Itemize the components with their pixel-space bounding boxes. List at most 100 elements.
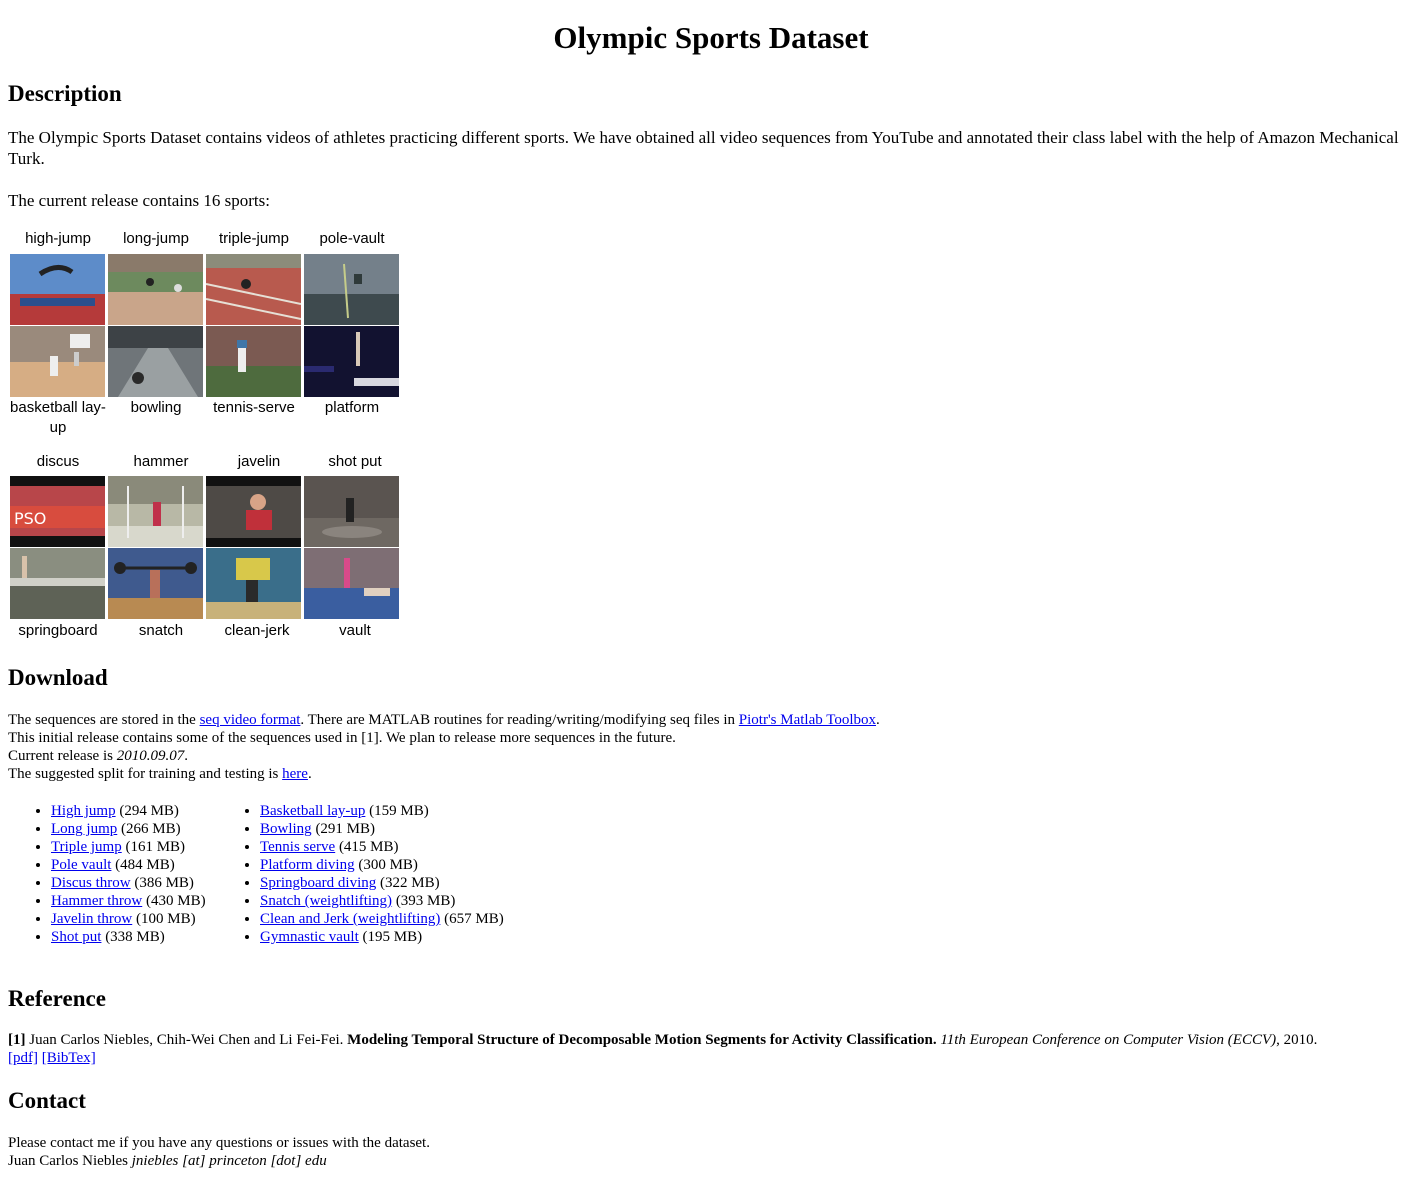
description-intro: The Olympic Sports Dataset contains vide… [8,128,1399,168]
split-text: The suggested split for training and tes… [8,766,283,782]
download-link[interactable]: Long jump [51,821,117,837]
download-link[interactable]: Pole vault [51,857,111,873]
file-size: (161 MB) [125,839,186,855]
reference-title: Modeling Temporal Structure of Decomposa… [347,1032,937,1048]
file-size: (195 MB) [362,929,423,945]
download-link[interactable]: Springboard diving [260,875,376,891]
download-list-item: Gymnastic vault (195 MB) [260,928,504,946]
grid-label-long-jump: long-jump [123,230,189,247]
download-list-item: Basketball lay-up (159 MB) [260,802,504,820]
hammer-thumbnail [108,476,203,547]
seq-video-format-link[interactable]: seq video format [200,712,301,728]
file-size: (386 MB) [134,875,194,891]
file-size: (338 MB) [105,929,165,945]
download-list-left: High jump (294 MB)Long jump (266 MB)Trip… [8,802,206,946]
file-size: (484 MB) [115,857,175,873]
grid-label-tennis-serve: tennis-serve [213,399,295,416]
download-link[interactable]: High jump [51,803,116,819]
contact-name: Juan Carlos Niebles [8,1153,128,1169]
triple-jump-thumbnail [206,254,301,325]
sports-count-text: The current release contains 16 sports: [8,191,270,210]
download-list-item: Long jump (266 MB) [51,820,206,838]
contact-person: Juan Carlos Niebles jniebles [at] prince… [8,1152,1414,1170]
file-size: (291 MB) [315,821,376,837]
download-link[interactable]: Snatch (weightlifting) [260,893,392,909]
reference-year: , 2010. [1276,1032,1318,1048]
file-size: (100 MB) [135,911,196,927]
download-link[interactable]: Platform diving [260,857,355,873]
tennis-serve-thumbnail [206,326,301,397]
grid-label-clean-jerk: clean-jerk [224,622,290,639]
download-format-period: . [876,712,880,728]
file-size: (415 MB) [338,839,399,855]
long-jump-thumbnail [108,254,203,325]
download-list-item: Javelin throw (100 MB) [51,910,206,928]
download-link[interactable]: Hammer throw [51,893,142,909]
grid-label-snatch: snatch [138,622,184,639]
shot-put-thumbnail [304,476,399,547]
high-jump-thumbnail [10,254,105,325]
download-list-item: Shot put (338 MB) [51,928,206,946]
springboard-thumbnail [10,548,105,619]
grid-label-hammer: hammer [133,453,189,470]
download-version-line: Current release is 2010.09.07. [8,747,1414,765]
reference-venue: 11th European Conference on Computer Vis… [940,1032,1277,1048]
download-link[interactable]: Javelin throw [51,911,132,927]
reference-bibtex-link[interactable]: [BibTex] [42,1050,96,1066]
download-list-item: Springboard diving (322 MB) [260,874,504,892]
sports-grid-group-1: high-jump long-jump triple-jump pole-vau… [10,228,402,440]
download-link[interactable]: Clean and Jerk (weightlifting) [260,911,440,927]
download-link[interactable]: Basketball lay-up [260,803,365,819]
download-format-text: The sequences are stored in the [8,712,200,728]
download-link[interactable]: Triple jump [51,839,122,855]
discus-thumbnail: PSO [10,476,105,547]
file-size: (294 MB) [119,803,179,819]
reference-authors: Juan Carlos Niebles, Chih-Wei Chen and L… [25,1032,348,1048]
grid-label-triple-jump: triple-jump [218,230,290,247]
grid-label-pole-vault: pole-vault [319,230,385,247]
download-list-item: Discus throw (386 MB) [51,874,206,892]
svg-text:PSO: PSO [14,509,46,528]
split-period: . [307,766,312,782]
reference-heading: Reference [8,986,106,1011]
download-split-line: The suggested split for training and tes… [8,765,1414,783]
download-list-item: Platform diving (300 MB) [260,856,504,874]
download-link[interactable]: Discus throw [51,875,131,891]
download-link[interactable]: Gymnastic vault [260,929,359,945]
file-size: (393 MB) [395,893,456,909]
download-list-item: High jump (294 MB) [51,802,206,820]
download-link[interactable]: Shot put [51,929,101,945]
file-size: (266 MB) [121,821,181,837]
download-list-item: Bowling (291 MB) [260,820,504,838]
grid-label-shot-put: shot put [328,453,382,470]
javelin-thumbnail [206,476,301,547]
version-period: . [184,748,188,764]
vault-thumbnail [304,548,399,619]
download-toolbox-text: . There are MATLAB routines for reading/… [300,712,739,728]
platform-thumbnail [304,326,399,397]
file-size: (300 MB) [358,857,418,873]
snatch-thumbnail [108,548,203,619]
contact-heading: Contact [8,1088,86,1113]
download-format-line: The sequences are stored in the seq vide… [8,711,1414,729]
download-list-item: Pole vault (484 MB) [51,856,206,874]
download-link[interactable]: Tennis serve [260,839,335,855]
download-list-right: Basketball lay-up (159 MB)Bowling (291 M… [217,802,504,946]
download-link[interactable]: Bowling [260,821,312,837]
split-here-link[interactable]: here [282,766,308,782]
contact-email: jniebles [at] princeton [dot] edu [131,1153,327,1169]
download-heading: Download [8,665,108,690]
download-list-item: Tennis serve (415 MB) [260,838,504,856]
download-list-item: Clean and Jerk (weightlifting) (657 MB) [260,910,504,928]
grid-label-vault: vault [339,622,371,639]
download-list-item: Triple jump (161 MB) [51,838,206,856]
file-size: (322 MB) [380,875,440,891]
version-label: Current release is [8,748,117,764]
version-value: 2010.09.07 [116,748,185,764]
description-heading: Description [8,81,122,106]
piotr-toolbox-link[interactable]: Piotr's Matlab Toolbox [739,712,876,728]
grid-label-basketball-layup: basketball lay-up [10,399,106,436]
reference-pdf-link[interactable]: [pdf] [8,1050,38,1066]
grid-label-bowling: bowling [130,399,182,416]
reference-entry: [1] Juan Carlos Niebles, Chih-Wei Chen a… [8,1031,1414,1067]
